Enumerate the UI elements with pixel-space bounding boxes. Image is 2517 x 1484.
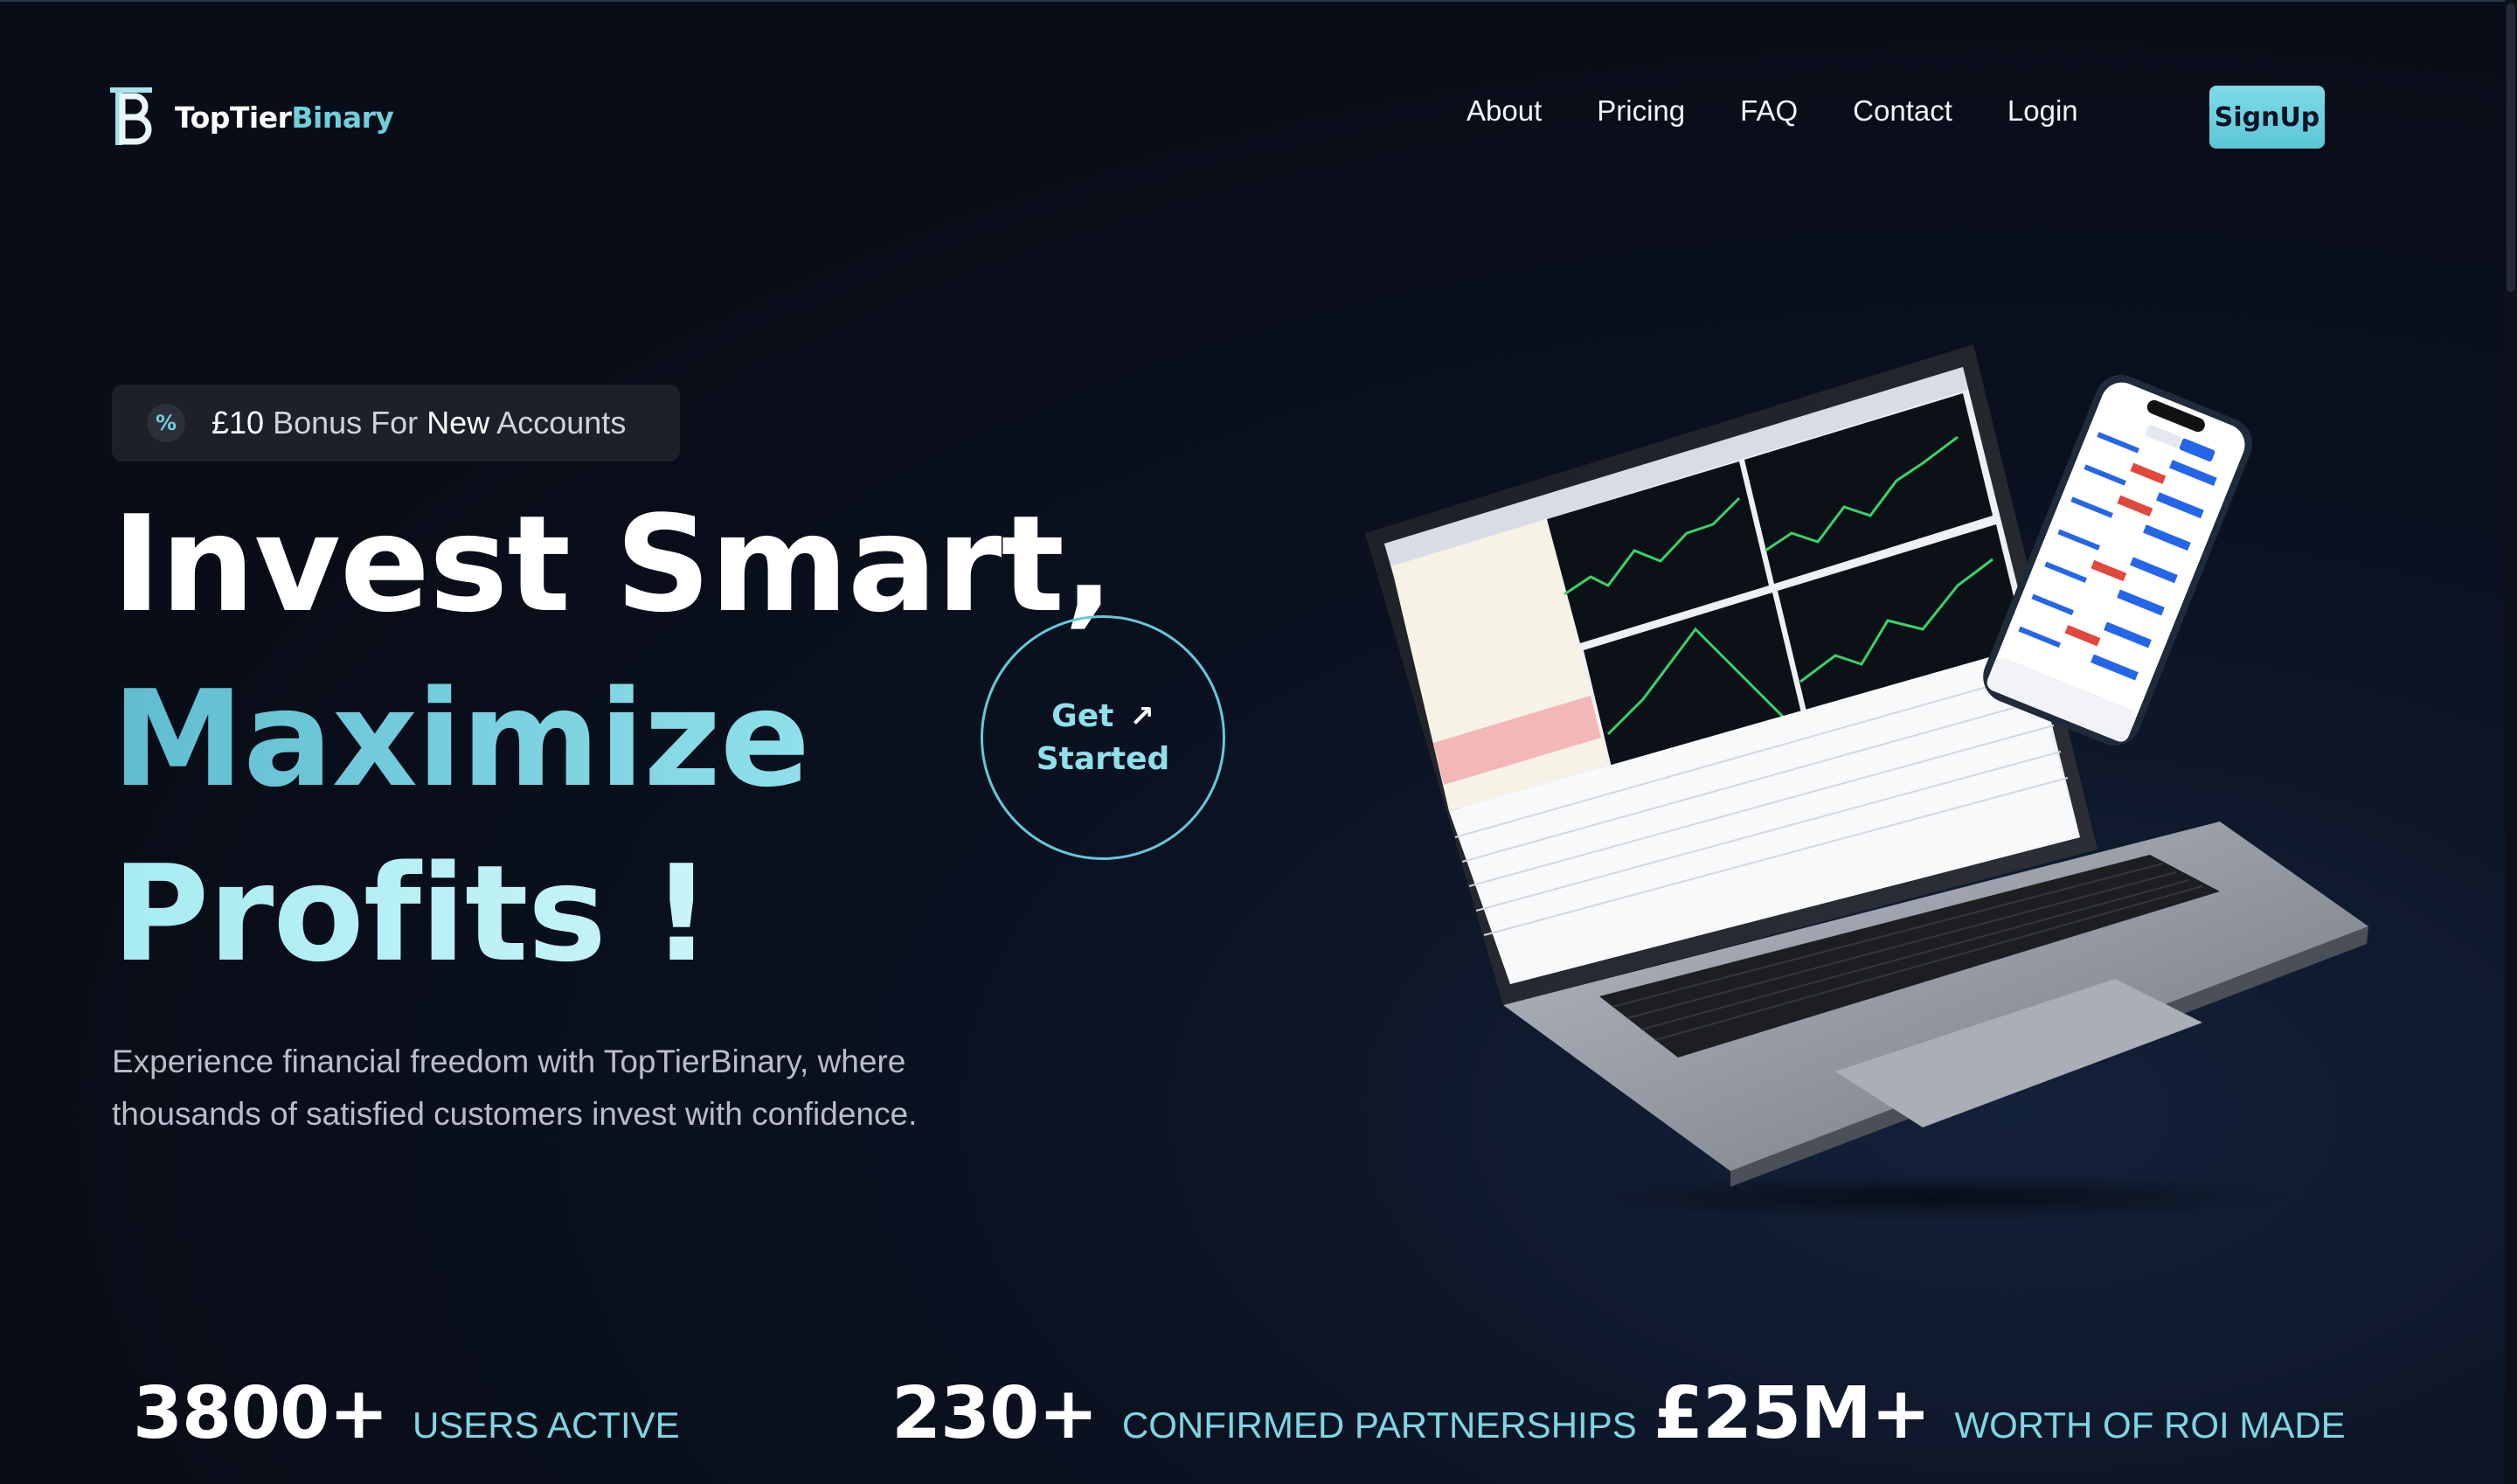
scrollbar[interactable] — [2505, 0, 2517, 1484]
main-nav: About Pricing FAQ Contact Login — [1467, 94, 2078, 128]
tb-monogram-icon — [110, 87, 154, 147]
top-border — [0, 0, 2517, 2]
hero-headline-line1: Invest Smart, — [112, 487, 1114, 641]
bonus-text-a: Bonus For — [273, 405, 419, 440]
stat-partnerships: 230+ CONFIRMED PARTNERSHIPS — [891, 1372, 1637, 1455]
get-started-label-2: Started — [1036, 741, 1170, 777]
brand-name-part1: TopTier — [175, 100, 292, 135]
laptop-shadow — [1573, 1173, 2307, 1222]
bonus-text-c: Accounts — [496, 405, 627, 440]
stat-users: 3800+ USERS ACTIVE — [133, 1372, 680, 1455]
signup-button[interactable]: SignUp — [2209, 86, 2325, 149]
stat-roi: £25M+ WORTH OF ROI MADE — [1654, 1372, 2346, 1455]
devices-illustration — [1346, 332, 2395, 1224]
stat-roi-value: £25M+ — [1654, 1372, 1931, 1455]
nav-about[interactable]: About — [1467, 94, 1542, 128]
hero-headline-line3: Profits ! — [112, 836, 711, 991]
bonus-badge: % £10 Bonus For New Accounts — [112, 385, 680, 461]
bonus-text: £10 Bonus For New Accounts — [211, 405, 626, 441]
brand-logo-link[interactable]: TopTierBinary — [110, 87, 394, 147]
arrow-up-right-icon: ↗ — [1129, 698, 1154, 734]
stat-partnerships-value: 230+ — [891, 1372, 1099, 1455]
bonus-amount: £10 — [211, 405, 265, 440]
percent-icon: % — [147, 404, 185, 442]
bonus-text-b: New — [426, 405, 490, 440]
hero-headline-line2: Maximize — [112, 662, 810, 816]
hero-description: Experience financial freedom with TopTie… — [112, 1044, 918, 1132]
nav-pricing[interactable]: Pricing — [1597, 94, 1685, 128]
stat-users-value: 3800+ — [133, 1372, 389, 1455]
get-started-button[interactable]: Get ↗ Started — [981, 615, 1225, 860]
get-started-label-1: Get — [1051, 698, 1114, 734]
stat-partnerships-label: CONFIRMED PARTNERSHIPS — [1121, 1404, 1637, 1446]
nav-faq[interactable]: FAQ — [1740, 94, 1798, 128]
stat-users-label: USERS ACTIVE — [412, 1404, 680, 1446]
stat-roi-label: WORTH OF ROI MADE — [1954, 1404, 2346, 1446]
scrollbar-thumb[interactable] — [2507, 3, 2515, 292]
get-started-line1: Get ↗ — [1051, 698, 1154, 734]
nav-contact[interactable]: Contact — [1853, 94, 1952, 128]
nav-login[interactable]: Login — [2007, 94, 2078, 128]
brand-name: TopTierBinary — [175, 100, 394, 135]
brand-name-part2: Binary — [291, 100, 394, 135]
